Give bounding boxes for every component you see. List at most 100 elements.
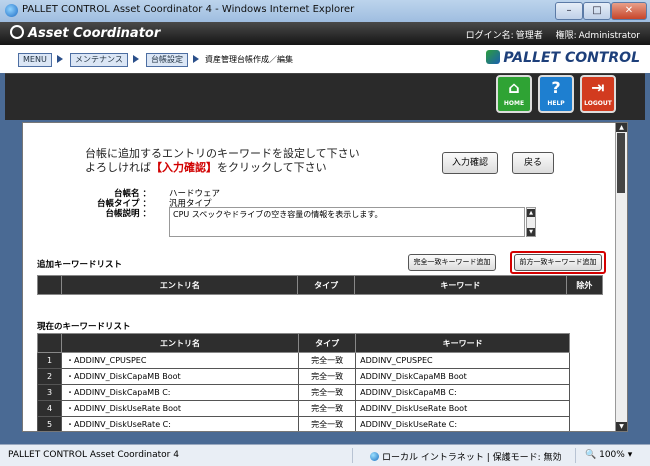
add-keyword-table: エントリ名 タイプ キーワード 除外 <box>36 275 604 295</box>
home-button[interactable]: ⌂ HOME <box>496 75 532 113</box>
close-window-button[interactable]: ✕ <box>611 2 647 20</box>
table-row[interactable]: 1 ・ADDINV_CPUSPEC 完全一致 ADDINV_CPUSPEC <box>36 352 570 369</box>
status-text: PALLET CONTROL Asset Coordinator 4 <box>8 450 179 460</box>
table-row[interactable]: 3 ・ADDINV_DiskCapaMB C: 完全一致 ADDINV_Disk… <box>36 384 570 401</box>
minimize-button[interactable]: – <box>555 2 583 20</box>
breadcrumb-arrow-icon <box>193 55 199 63</box>
breadcrumb-arrow-icon <box>57 55 63 63</box>
account-label: 権限: <box>555 31 577 41</box>
description-scrollbar[interactable]: ▲ ▼ <box>526 207 536 237</box>
brand-name: Asset Coordinator <box>28 26 161 41</box>
back-button[interactable]: 戻る <box>512 152 554 174</box>
row-entry: ・ADDINV_DiskCapaMB C: <box>61 384 300 401</box>
scroll-up-icon[interactable]: ▲ <box>616 123 627 132</box>
breadcrumb-current: 資産管理台帳作成／編集 <box>205 55 293 64</box>
zoom-level[interactable]: 🔍 100% ▾ <box>585 450 632 460</box>
row-entry: ・ADDINV_DiskUseRate Boot <box>61 400 300 417</box>
col-exclude: 除外 <box>565 275 604 295</box>
window-title: PALLET CONTROL Asset Coordinator 4 - Win… <box>22 4 355 15</box>
row-number: 5 <box>36 416 63 431</box>
row-entry: ・ADDINV_CPUSPEC <box>61 352 300 369</box>
pallet-logo-text: PALLET CONTROL <box>503 50 640 66</box>
scroll-up-icon[interactable]: ▲ <box>527 209 535 217</box>
login-label: ログイン名: <box>465 31 514 41</box>
add-exact-keyword-button[interactable]: 完全一致キーワード追加 <box>408 254 496 271</box>
table-row[interactable]: 4 ・ADDINV_DiskUseRate Boot 完全一致 ADDINV_D… <box>36 400 570 417</box>
brand-logo-icon <box>10 25 24 39</box>
row-keyword: ADDINV_DiskCapaMB Boot <box>355 368 570 385</box>
window-title-bar: PALLET CONTROL Asset Coordinator 4 - Win… <box>0 0 650 23</box>
status-divider <box>352 448 353 463</box>
home-icon: ⌂ <box>508 78 520 97</box>
zoom-icon: 🔍 <box>585 450 597 460</box>
pallet-control-logo: PALLET CONTROL <box>486 50 640 66</box>
login-value: 管理者 <box>515 31 543 41</box>
row-number: 1 <box>36 352 63 369</box>
account-value: Administrator <box>578 31 640 41</box>
row-type: 完全一致 <box>298 384 357 401</box>
logout-icon: ⇥ <box>591 78 605 97</box>
row-keyword: ADDINV_DiskCapaMB C: <box>355 384 570 401</box>
scrollbar-thumb[interactable] <box>617 133 625 193</box>
zoom-value: 100% <box>599 450 625 460</box>
row-type: 完全一致 <box>298 416 357 431</box>
ie-logo-icon <box>5 4 18 17</box>
page-scrollbar[interactable]: ▲ ▼ <box>615 123 627 431</box>
status-bar: PALLET CONTROL Asset Coordinator 4 ローカル … <box>0 444 650 466</box>
user-info: ログイン名: 管理者 権限: Administrator <box>464 28 640 41</box>
col-entry: エントリ名 <box>61 275 299 295</box>
confirm-input-button[interactable]: 入力確認 <box>442 152 498 174</box>
security-zone[interactable]: ローカル イントラネット | 保護モード: 無効 <box>370 450 562 463</box>
status-divider <box>575 448 576 463</box>
globe-icon <box>370 452 379 461</box>
maximize-button[interactable]: □ <box>583 2 611 20</box>
add-keyword-list-title: 追加キーワードリスト <box>37 260 123 270</box>
col-keyword: キーワード <box>353 275 567 295</box>
col-num <box>36 333 63 353</box>
col-type: タイプ <box>298 333 357 353</box>
instruction-line1: 台帳に追加するエントリのキーワードを設定して下さい <box>85 147 360 160</box>
help-icon: ? <box>551 78 561 97</box>
help-label: HELP <box>547 100 565 107</box>
col-num <box>36 275 63 295</box>
breadcrumb: MENU メンテナンス 台帳設定 資産管理台帳作成／編集 PALLET CONT… <box>0 45 650 73</box>
ledger-desc-label: 台帳説明 ： <box>105 209 151 219</box>
row-keyword: ADDINV_DiskUseRate Boot <box>355 400 570 417</box>
help-button[interactable]: ? HELP <box>538 75 574 113</box>
main-content[interactable]: 台帳に追加するエントリのキーワードを設定して下さい よろしければ【入力確認】をク… <box>22 122 628 432</box>
logout-button[interactable]: ⇥ LOGOUT <box>580 75 616 113</box>
ledger-description-box[interactable]: CPU スペックやドライブの空き容量の情報を表示します。 <box>169 207 525 237</box>
instruction-highlight: 【入力確認】 <box>151 161 217 174</box>
app-header: Asset Coordinator ログイン名: 管理者 権限: Administr… <box>0 22 650 45</box>
home-label: HOME <box>503 100 525 107</box>
breadcrumb-maintenance[interactable]: メンテナンス <box>70 53 128 67</box>
row-type: 完全一致 <box>298 352 357 369</box>
instruction-message: 台帳に追加するエントリのキーワードを設定して下さい よろしければ【入力確認】をク… <box>85 147 360 175</box>
current-keyword-table: エントリ名 タイプ キーワード 1 ・ADDINV_CPUSPEC 完全一致 A… <box>36 333 570 431</box>
row-type: 完全一致 <box>298 368 357 385</box>
instruction-line2-post: をクリックして下さい <box>217 161 327 174</box>
row-type: 完全一致 <box>298 400 357 417</box>
row-number: 3 <box>36 384 63 401</box>
row-number: 4 <box>36 400 63 417</box>
pallet-logo-icon <box>486 50 501 64</box>
toolbar: ⌂ HOME ? HELP ⇥ LOGOUT <box>5 73 645 120</box>
row-keyword: ADDINV_DiskUseRate C: <box>355 416 570 431</box>
scroll-down-icon[interactable]: ▼ <box>616 422 627 431</box>
add-prefix-keyword-button[interactable]: 前方一致キーワード追加 <box>514 254 602 271</box>
logout-label: LOGOUT <box>584 100 612 107</box>
row-keyword: ADDINV_CPUSPEC <box>355 352 570 369</box>
row-entry: ・ADDINV_DiskUseRate C: <box>61 416 300 431</box>
table-row[interactable]: 5 ・ADDINV_DiskUseRate C: 完全一致 ADDINV_Dis… <box>36 416 570 431</box>
col-type: タイプ <box>297 275 355 295</box>
current-keyword-header-row: エントリ名 タイプ キーワード <box>36 333 570 353</box>
scroll-down-icon[interactable]: ▼ <box>527 228 535 236</box>
breadcrumb-menu[interactable]: MENU <box>18 53 52 67</box>
breadcrumb-ledger-settings[interactable]: 台帳設定 <box>146 53 188 67</box>
col-keyword: キーワード <box>355 333 570 353</box>
ledger-desc-label-text: 台帳説明 <box>105 209 140 219</box>
brand: Asset Coordinator <box>10 25 160 41</box>
row-entry: ・ADDINV_DiskCapaMB Boot <box>61 368 300 385</box>
table-row[interactable]: 2 ・ADDINV_DiskCapaMB Boot 完全一致 ADDINV_Di… <box>36 368 570 385</box>
instruction-line2-pre: よろしければ <box>85 161 151 174</box>
